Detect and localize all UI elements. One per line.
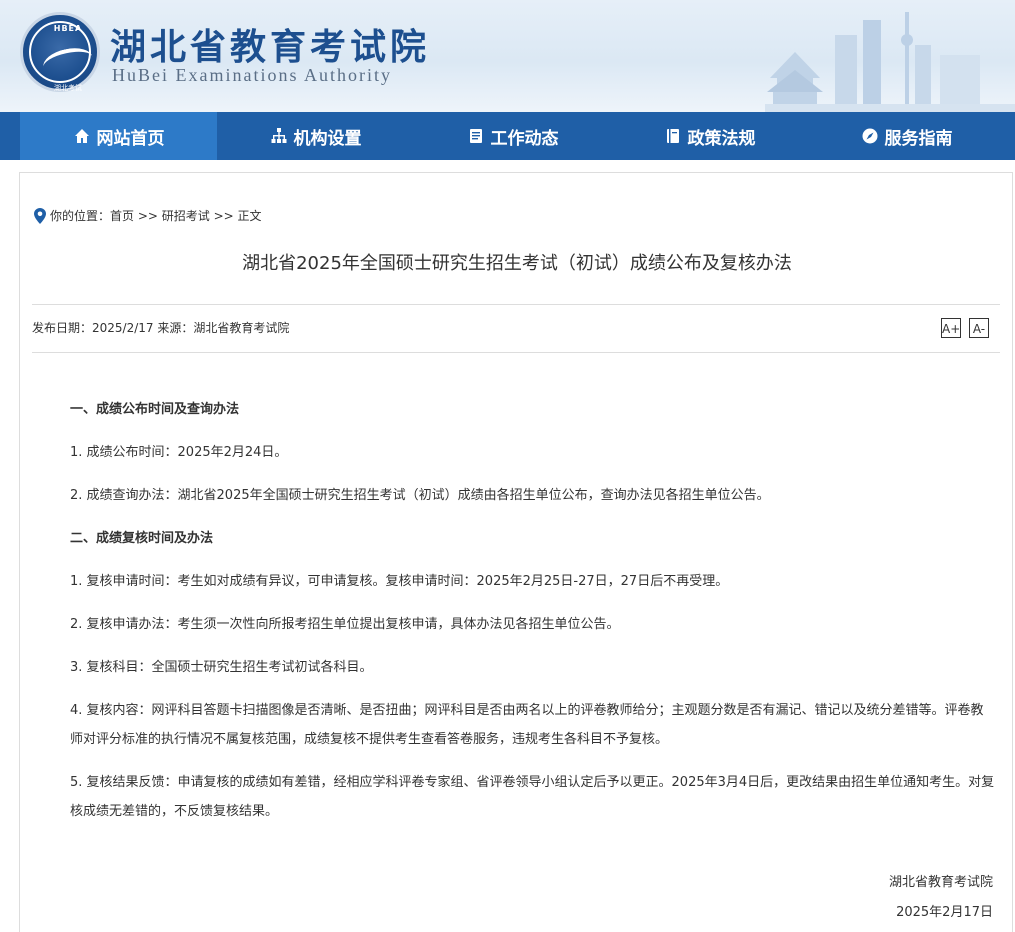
signature-organization: 湖北省教育考试院 <box>888 875 993 890</box>
nav-item-home[interactable]: 网站首页 <box>20 112 217 160</box>
nav-item-label: 网站首页 <box>96 128 165 149</box>
font-smaller-button[interactable]: A- <box>969 318 989 338</box>
breadcrumb-prefix: 你的位置： <box>50 209 111 223</box>
logo-bottom-text: 湖北考试 <box>54 84 82 92</box>
nav-item-organization[interactable]: 机构设置 <box>217 112 414 160</box>
article-paragraph: 3. 复核科目：全国硕士研究生招生考试初试各科目。 <box>70 660 373 675</box>
signature-date: 2025年2月17日 <box>896 905 993 920</box>
breadcrumb: 你的位置： 首页 >> 研招考试 >> 正文 <box>34 207 262 224</box>
site-subtitle: HuBei Examinations Authority <box>112 65 392 85</box>
location-pin-icon <box>34 207 46 224</box>
compass-icon <box>862 128 877 144</box>
font-larger-button[interactable]: A+ <box>941 318 961 338</box>
home-icon <box>74 129 89 143</box>
article-paragraph: 1. 复核申请时间：考生如对成绩有异议，可申请复核。复核申请时间：2025年2月… <box>70 574 729 589</box>
article-meta: 发布日期：2025/2/17 来源：湖北省教育考试院 <box>32 321 290 335</box>
nav-item-news[interactable]: 工作动态 <box>414 112 611 160</box>
nav-item-label: 工作动态 <box>490 128 559 149</box>
article-paragraph: 4. 复核内容：网评科目答题卡扫描图像是否清晰、是否扭曲；网评科目是否由两名以上… <box>70 703 984 747</box>
article-paragraph: 2. 复核申请办法：考生须一次性向所报考招生单位提出复核申请，具体办法见各招生单… <box>70 617 620 632</box>
nav-item-label: 机构设置 <box>293 128 362 149</box>
document-icon <box>469 129 482 143</box>
logo-top-text: HBEA <box>53 24 83 33</box>
breadcrumb-home-link[interactable]: 首页 <box>110 207 134 224</box>
site-header: HBEA 湖北考试 湖北省教育考试院 HuBei Examinations Au… <box>0 0 1015 112</box>
article-paragraph: 5. 复核结果反馈：申请复核的成绩如有差错，经相应学科评卷专家组、省评卷领导小组… <box>70 775 995 819</box>
site-logo[interactable]: HBEA 湖北考试 <box>20 12 100 92</box>
article-title: 湖北省2025年全国硕士研究生招生考试（初试）成绩公布及复核办法 <box>242 253 792 274</box>
meta-divider <box>32 352 1000 353</box>
nav-item-service-guide[interactable]: 服务指南 <box>808 112 1005 160</box>
article-panel: 你的位置： 首页 >> 研招考试 >> 正文 湖北省2025年全国硕士研究生招生… <box>19 172 1013 932</box>
article-paragraph: 2. 成绩查询办法：湖北省2025年全国硕士研究生招生考试（初试）成绩由各招生单… <box>70 488 770 503</box>
logo-ring: HBEA 湖北考试 <box>29 21 96 92</box>
nav-item-label: 政策法规 <box>687 128 756 149</box>
nav-item-policy[interactable]: 政策法规 <box>611 112 808 160</box>
org-chart-icon <box>271 128 286 143</box>
section-heading: 二、成绩复核时间及办法 <box>70 531 214 546</box>
city-skyline-decoration <box>765 12 1015 112</box>
breadcrumb-separator: >> <box>209 208 238 223</box>
breadcrumb-section-link[interactable]: 研招考试 <box>162 207 210 224</box>
main-nav: 网站首页 机构设置 工作动态 政策法规 服务指南 <box>0 112 1015 160</box>
nav-item-label: 服务指南 <box>884 128 953 149</box>
breadcrumb-current: 正文 <box>237 209 262 223</box>
book-icon <box>666 129 679 143</box>
article-paragraph: 1. 成绩公布时间：2025年2月24日。 <box>70 445 288 460</box>
article-body: 一、成绩公布时间及查询办法 1. 成绩公布时间：2025年2月24日。 2. 成… <box>70 395 996 840</box>
breadcrumb-separator: >> <box>134 208 162 223</box>
title-divider <box>32 304 1000 305</box>
logo-swoosh-icon <box>40 44 96 80</box>
site-title: 湖北省教育考试院 <box>110 26 431 68</box>
section-heading: 一、成绩公布时间及查询办法 <box>70 402 240 417</box>
